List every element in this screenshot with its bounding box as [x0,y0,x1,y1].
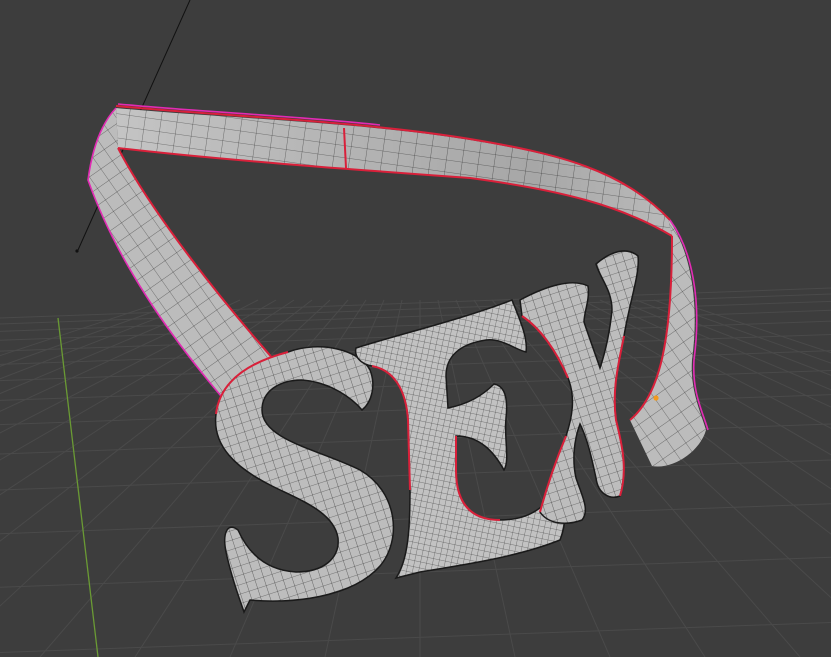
floor-grid-line [0,299,187,367]
letter-x-mesh[interactable] [519,250,640,525]
floor-grid-line [0,293,831,325]
floor-grid-line [0,299,205,380]
floor-grid-line [0,287,831,319]
viewport-scene[interactable] [0,0,831,657]
light-guide-endpoint [75,249,79,253]
sex-letters-mesh[interactable] [214,250,640,614]
object-origin-point[interactable] [653,395,659,401]
letter-s-mesh[interactable] [214,346,395,614]
3d-viewport[interactable] [0,0,831,657]
floor-grid-line [617,299,831,391]
strap-right-band[interactable] [630,218,706,467]
floor-grid-line [0,621,831,653]
floor-grid-line [599,299,831,408]
